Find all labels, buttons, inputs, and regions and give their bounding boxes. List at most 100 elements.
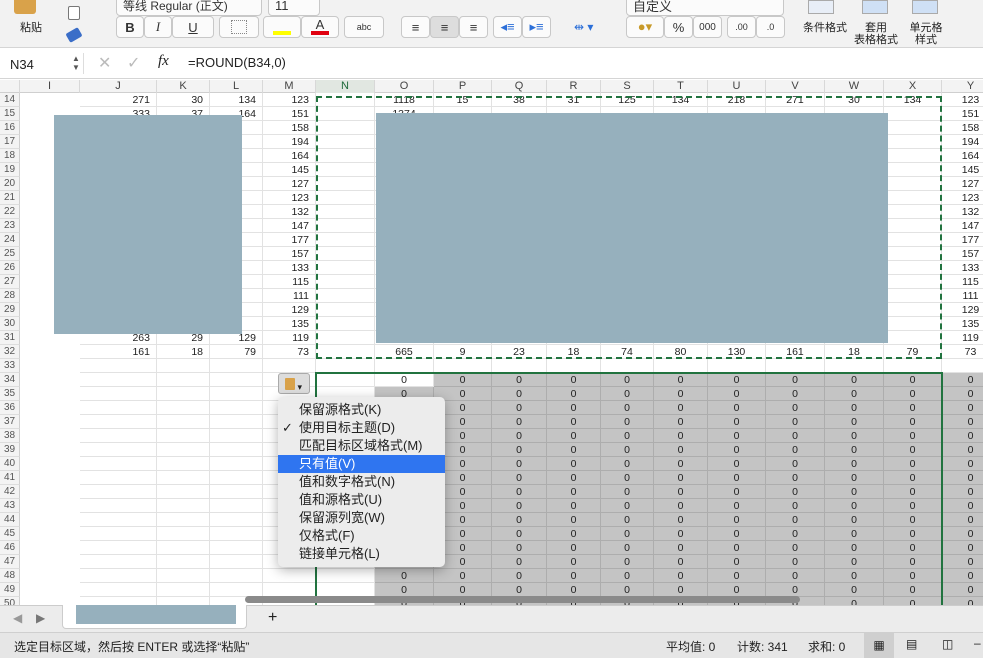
cell-K32[interactable]: 79 [210,345,263,359]
cell-L31[interactable]: 119 [263,331,316,345]
thousands-button[interactable]: 000 [693,16,722,38]
cell-L28[interactable]: 111 [263,289,316,303]
cell-K39[interactable] [210,443,263,457]
row-header-16[interactable]: 16 [0,121,20,135]
select-all-corner[interactable] [0,80,20,93]
cell-K47[interactable] [210,555,263,569]
row-header-47[interactable]: 47 [0,555,20,569]
column-header-M[interactable]: M [263,80,316,93]
cell-I33[interactable] [80,359,157,373]
cell-J33[interactable] [157,359,210,373]
align-left-button[interactable]: ≡ [401,16,430,38]
cell-I47[interactable] [80,555,157,569]
paste-menu-item[interactable]: 值和源格式(U) [278,491,445,509]
cell-L49[interactable] [263,583,316,597]
column-header-P[interactable]: P [434,80,492,93]
row-header-35[interactable]: 35 [0,387,20,401]
cell-J14[interactable]: 30 [157,93,210,107]
cell-X22[interactable]: 132 [942,205,983,219]
cell-X25[interactable]: 157 [942,247,983,261]
cell-I34[interactable] [80,373,157,387]
horizontal-scrollbar[interactable] [245,596,800,603]
cell-style-button[interactable]: 单元格 样式 [902,22,950,46]
cell-K40[interactable] [210,457,263,471]
cell-X43[interactable]: 0 [942,499,983,513]
cell-X23[interactable]: 147 [942,219,983,233]
cell-X28[interactable]: 111 [942,289,983,303]
column-header-Q[interactable]: Q [492,80,547,93]
table-format-button[interactable]: 套用 表格格式 [850,22,902,46]
column-header-U[interactable]: U [708,80,766,93]
cell-X40[interactable]: 0 [942,457,983,471]
cell-X29[interactable]: 129 [942,303,983,317]
row-header-29[interactable]: 29 [0,303,20,317]
row-header-34[interactable]: 34 [0,373,20,387]
paste-menu-item[interactable]: 链接单元格(L) [278,545,445,563]
cell-X38[interactable]: 0 [942,429,983,443]
column-header-W[interactable]: W [825,80,884,93]
cell-X18[interactable]: 164 [942,149,983,163]
row-header-40[interactable]: 40 [0,457,20,471]
cell-X35[interactable]: 0 [942,387,983,401]
add-sheet-button[interactable]: + [268,609,277,627]
paste-menu-item[interactable]: 值和数字格式(N) [278,473,445,491]
merge-center-icon[interactable]: ⇹ ▾ [574,20,593,34]
row-header-17[interactable]: 17 [0,135,20,149]
paste-menu-item[interactable]: 仅格式(F) [278,527,445,545]
row-header-41[interactable]: 41 [0,471,20,485]
cell-X16[interactable]: 158 [942,121,983,135]
row-header-37[interactable]: 37 [0,415,20,429]
cell-K33[interactable] [210,359,263,373]
cell-X26[interactable]: 133 [942,261,983,275]
row-header-31[interactable]: 31 [0,331,20,345]
italic-button[interactable]: I [144,16,172,38]
row-header-49[interactable]: 49 [0,583,20,597]
row-header-48[interactable]: 48 [0,569,20,583]
cell-X32[interactable]: 73 [942,345,983,359]
row-header-26[interactable]: 26 [0,261,20,275]
cell-L29[interactable]: 129 [263,303,316,317]
row-header-42[interactable]: 42 [0,485,20,499]
cell-S33[interactable] [654,359,708,373]
cell-X44[interactable]: 0 [942,513,983,527]
number-format-select[interactable]: 自定义 [626,0,784,16]
cell-K35[interactable] [210,387,263,401]
cell-K38[interactable] [210,429,263,443]
row-header-45[interactable]: 45 [0,527,20,541]
cell-I39[interactable] [80,443,157,457]
format-painter-icon[interactable] [65,27,83,43]
cell-L15[interactable]: 151 [263,107,316,121]
cell-V33[interactable] [825,359,884,373]
row-header-15[interactable]: 15 [0,107,20,121]
increase-decimal-button[interactable]: .00 [727,16,756,38]
cancel-icon[interactable]: ✕ [98,53,111,73]
conditional-format-button[interactable]: 条件格式 [800,22,850,34]
cell-X36[interactable]: 0 [942,401,983,415]
cell-L21[interactable]: 123 [263,191,316,205]
column-header-O[interactable]: O [375,80,434,93]
cell-R33[interactable] [601,359,654,373]
cell-K45[interactable] [210,527,263,541]
enter-icon[interactable]: ✓ [127,53,140,73]
formula-input[interactable]: =ROUND(B34,0) [188,55,286,70]
row-header-22[interactable]: 22 [0,205,20,219]
conditional-format-icon[interactable] [808,0,834,14]
cell-J49[interactable] [157,583,210,597]
cell-K36[interactable] [210,401,263,415]
cell-I37[interactable] [80,415,157,429]
cell-I40[interactable] [80,457,157,471]
cell-J37[interactable] [157,415,210,429]
cell-L22[interactable]: 132 [263,205,316,219]
paste-menu-item[interactable]: 保留源列宽(W) [278,509,445,527]
cell-I41[interactable] [80,471,157,485]
cell-K34[interactable] [210,373,263,387]
row-header-43[interactable]: 43 [0,499,20,513]
cell-O33[interactable] [434,359,492,373]
cell-X47[interactable]: 0 [942,555,983,569]
cell-L33[interactable] [263,359,316,373]
cell-K42[interactable] [210,485,263,499]
row-header-28[interactable]: 28 [0,289,20,303]
cell-X24[interactable]: 177 [942,233,983,247]
paste-menu-item[interactable]: 保留源格式(K) [278,401,445,419]
column-header-Y[interactable]: Y [942,80,983,93]
